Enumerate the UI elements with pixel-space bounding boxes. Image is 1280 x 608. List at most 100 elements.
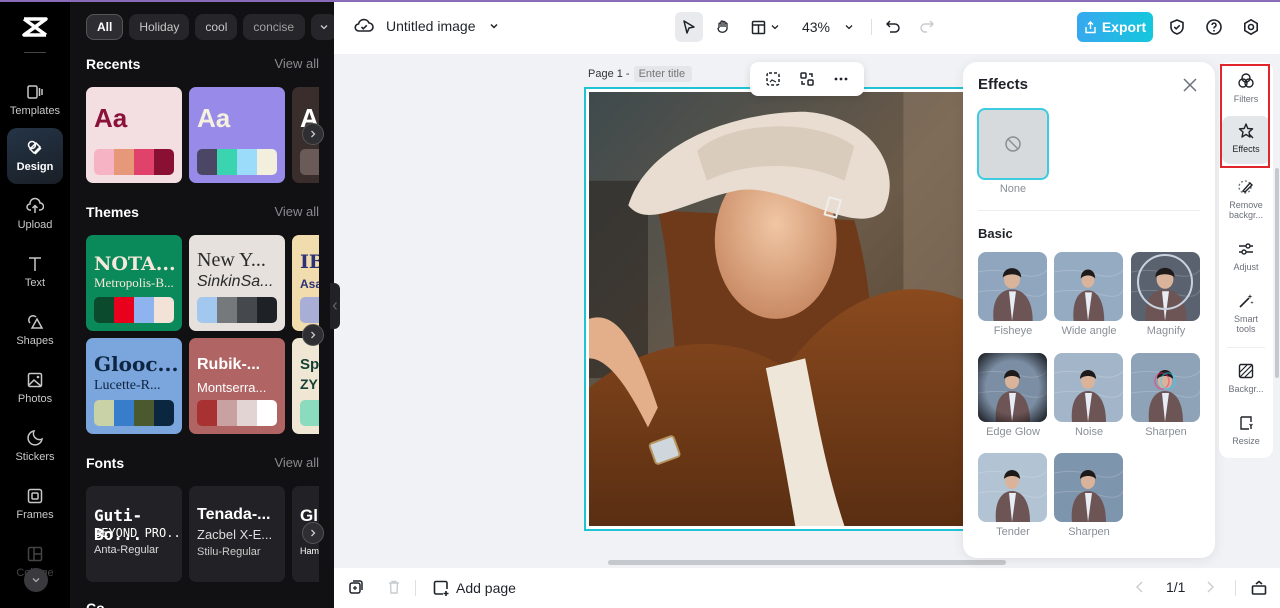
effect-tile-edge-glow[interactable] [978,353,1047,422]
rail-item-shapes[interactable]: Shapes [7,302,63,358]
bottombar-divider [415,580,416,596]
effect-tile-sharpen[interactable] [1054,453,1123,522]
chip-holiday[interactable]: Holiday [129,14,190,40]
floating-toolbar [750,62,864,96]
chip-all[interactable]: All [86,14,124,40]
theme-card[interactable]: Rubik-... Montserra... [189,338,285,434]
remove-background-icon [1238,180,1253,194]
layout-dropdown-button[interactable] [745,12,785,42]
shield-check-icon [1170,19,1184,35]
selected-image-frame[interactable] [584,87,984,531]
security-button[interactable] [1166,12,1188,42]
effect-thumbnail [978,453,1047,522]
effect-label: Magnify [1146,325,1186,337]
effect-none-label: None [999,183,1027,195]
effect-none-tile[interactable] [977,108,1049,180]
rail-item-design[interactable]: Design [7,128,63,184]
chip-concise[interactable]: concise [243,14,306,40]
themes-next-button[interactable] [302,324,324,346]
theme-card[interactable]: Sp ZY [292,338,319,434]
fonts-next-button[interactable] [302,522,324,544]
templates-icon [27,85,43,99]
basic-section-title: Basic [978,226,1013,241]
tool-resize[interactable]: Resize [1222,408,1270,452]
close-icon[interactable] [1181,76,1199,94]
cursor-arrow-icon [683,20,695,34]
effect-tile-noise[interactable] [1054,353,1123,422]
page-title-input[interactable] [633,66,692,82]
no-effect-icon [1005,136,1021,152]
rail-item-frames[interactable]: Frames [7,476,63,532]
effect-label: Fisheye [993,325,1033,337]
add-page-button[interactable]: Add page [432,579,516,597]
undo-button[interactable] [882,12,904,42]
chevron-down-icon[interactable] [488,20,500,32]
font-card[interactable]: Tenada-... Zacbel X-E... Stilu-Regular [189,486,285,582]
replace-icon[interactable] [799,71,815,87]
page-manager-button[interactable] [1250,579,1268,597]
tool-background[interactable]: Backgr... [1222,356,1270,400]
rail-expand-button[interactable] [24,568,48,592]
tool-remove-background[interactable]: Remove backgr... [1222,172,1270,226]
panel-collapse-handle[interactable] [330,283,340,329]
effect-tile-sharpen[interactable] [1131,353,1200,422]
tool-effects[interactable]: Effects [1222,116,1270,164]
rail-item-text[interactable]: Text [7,244,63,300]
rail-label: Frames [16,509,54,521]
filter-chips: All Holiday cool concise [86,14,334,40]
zoom-dropdown[interactable]: 43% [798,12,858,42]
theme-card[interactable]: NOTA... Metropolis-B... [86,235,182,331]
duplicate-page-button[interactable] [348,579,364,595]
effect-label: Noise [1074,426,1104,438]
tool-adjust[interactable]: Adjust [1222,234,1270,278]
fonts-view-all-link[interactable]: View all [274,455,319,470]
theme-card-subtitle: SinkinSa... [197,273,274,290]
bottom-bar: Add page 1/1 [334,568,1280,608]
rail-label: Shapes [16,335,54,347]
recents-view-all-link[interactable]: View all [274,56,319,71]
recent-card[interactable]: Aa [189,87,285,183]
vertical-scrollbar[interactable] [1275,168,1279,378]
recent-card[interactable]: Aa [86,87,182,183]
effect-tile-wide-angle[interactable] [1054,252,1123,321]
effect-tile-magnify[interactable] [1131,252,1200,321]
chevron-left-icon [332,302,337,310]
select-tool-button[interactable] [675,12,703,42]
theme-card[interactable]: IB Asa [292,235,319,331]
tool-label: Adjust [1233,262,1259,272]
more-options-icon[interactable] [833,71,849,87]
recents-next-button[interactable] [302,123,324,145]
rail-item-upload[interactable]: Upload [7,186,63,242]
prev-page-button[interactable] [1134,579,1146,595]
tool-smart-tools[interactable]: Smart tools [1222,286,1270,340]
themes-view-all-link[interactable]: View all [274,204,319,219]
rail-item-photos[interactable]: Photos [7,360,63,416]
hand-tool-button[interactable] [709,12,737,42]
effect-tile-fisheye[interactable] [978,252,1047,321]
color-swatches [300,297,319,323]
rail-item-stickers[interactable]: Stickers [7,418,63,474]
color-swatches [94,297,174,323]
theme-card[interactable]: New Y... SinkinSa... [189,235,285,331]
horizontal-scrollbar[interactable] [608,560,1006,565]
rail-item-templates[interactable]: Templates [7,72,63,128]
theme-card[interactable]: Glooc... Lucette-R... [86,338,182,434]
effect-label: Sharpen [1068,526,1110,538]
pages-icon [1251,580,1267,595]
document-title[interactable]: Untitled image [386,18,476,34]
chip-cool[interactable]: cool [195,14,238,40]
help-button[interactable] [1203,12,1225,42]
font-card[interactable]: Guti-Bo... BEYOND PRO... Anta-Regular [86,486,182,582]
next-page-button[interactable] [1204,579,1216,595]
smart-crop-icon[interactable] [765,71,781,87]
settings-button[interactable] [1240,12,1262,42]
color-swatches [300,149,319,175]
portrait-photo[interactable] [589,92,982,526]
export-button[interactable]: Export [1077,12,1153,42]
chips-more-button[interactable] [311,14,334,40]
delete-page-button[interactable] [386,579,402,595]
effects-panel: Effects None Basic Fisheye Wide angle Ma… [963,62,1215,558]
redo-button[interactable] [916,12,938,42]
effect-tile-tender[interactable] [978,453,1047,522]
tool-filters[interactable]: Filters [1222,66,1270,112]
